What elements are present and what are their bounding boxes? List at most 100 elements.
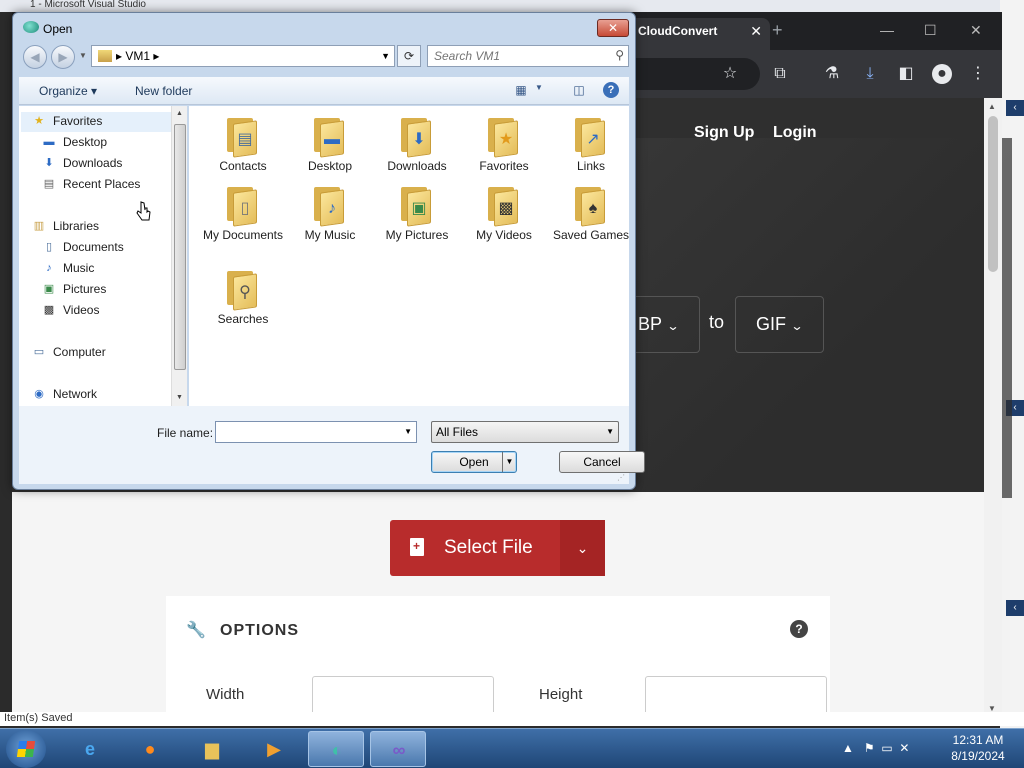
folder-my-videos[interactable]: ▩ My Videos <box>460 185 548 243</box>
folder-downloads[interactable]: ⬇ Downloads <box>373 116 461 174</box>
scroll-thumb[interactable] <box>988 116 998 272</box>
file-explorer-taskbar[interactable]: ▆ <box>184 731 240 767</box>
collapse-icon[interactable]: ‹ <box>1006 100 1024 116</box>
breadcrumb-vm1[interactable]: VM1 <box>125 49 150 63</box>
show-hidden-icons-icon[interactable]: ▲ <box>842 741 854 755</box>
games-icon: ♠ <box>571 185 611 227</box>
command-bar: Organize ▾ New folder ▦ ▼ ◫ ? <box>19 77 629 105</box>
cancel-button[interactable]: Cancel <box>559 451 645 473</box>
scroll-thumb[interactable] <box>174 124 186 370</box>
signup-link[interactable]: Sign Up <box>694 124 754 142</box>
network-icon: ◉ <box>34 388 44 400</box>
output-format-select[interactable]: GIF ⌄ <box>735 296 824 353</box>
address-bar[interactable] <box>628 58 760 90</box>
view-options-dropdown-icon[interactable]: ▼ <box>531 83 547 97</box>
folder-searches[interactable]: ⚲ Searches <box>199 269 287 327</box>
side-panel-icon[interactable]: ◧ <box>896 64 916 84</box>
login-link[interactable]: Login <box>773 124 817 142</box>
page-scrollbar[interactable]: ▲ ▼ <box>984 98 1002 718</box>
open-options-dropdown-icon[interactable]: ▼ <box>502 452 516 472</box>
nav-libraries[interactable]: ▥ Libraries <box>34 219 99 233</box>
search-icon[interactable]: ⚲ <box>615 48 624 62</box>
nav-music[interactable]: ♪ Music <box>46 261 94 275</box>
input-format-select[interactable]: BP ⌄ <box>630 296 700 353</box>
tab-cloudconvert[interactable]: CloudConvert ✕ <box>624 18 770 50</box>
extensions-icon[interactable]: ⧉ <box>770 64 790 84</box>
file-type-select[interactable]: All Files ▼ <box>431 421 619 443</box>
downloads-icon: ⬇ <box>397 116 437 158</box>
bookmark-star-icon[interactable]: ☆ <box>720 64 740 84</box>
volume-muted-icon[interactable]: ✕ <box>899 741 909 755</box>
folder-my-music[interactable]: ♪ My Music <box>286 185 374 243</box>
download-icon[interactable]: ⤓ <box>860 64 880 84</box>
clock[interactable]: 12:31 AM 8/19/2024 <box>936 732 1020 764</box>
media-player-taskbar[interactable]: ▶ <box>246 731 302 767</box>
file-label: My Documents <box>202 228 284 242</box>
start-button[interactable] <box>6 730 46 768</box>
collapse-icon[interactable]: ‹ <box>1006 600 1024 616</box>
minimize-icon[interactable]: — <box>880 22 894 38</box>
nav-documents[interactable]: ▯ Documents <box>46 240 124 254</box>
nav-computer[interactable]: ▭ Computer <box>34 345 106 359</box>
menu-kebab-icon[interactable]: ⋮ <box>968 64 988 84</box>
recent-locations-dropdown-icon[interactable]: ▼ <box>79 51 87 60</box>
active-app-taskbar[interactable]: ◐ <box>308 731 364 767</box>
app-icon: ◐ <box>331 740 343 760</box>
search-box[interactable]: ⚲ <box>427 45 629 67</box>
scroll-up-icon[interactable]: ▲ <box>988 102 996 111</box>
nav-pictures[interactable]: ▣ Pictures <box>44 282 107 296</box>
open-button[interactable]: Open ▼ <box>431 451 517 473</box>
new-folder-button[interactable]: New folder <box>135 84 192 98</box>
scroll-up-icon[interactable]: ▲ <box>176 110 183 117</box>
chevron-down-icon[interactable]: ▼ <box>606 422 614 442</box>
nav-videos[interactable]: ▩ Videos <box>44 303 100 317</box>
labs-flask-icon[interactable]: ⚗ <box>822 64 842 84</box>
back-arrow-icon[interactable]: ◀ <box>23 45 47 69</box>
network-icon[interactable]: ▭ <box>881 741 892 755</box>
dialog-titlebar[interactable]: Open ✕ <box>13 13 635 41</box>
firefox-taskbar[interactable]: ● <box>122 731 178 767</box>
visual-studio-taskbar[interactable]: ∞ <box>370 731 426 767</box>
file-name-combo[interactable]: ▼ <box>215 421 417 443</box>
help-icon[interactable]: ? <box>790 620 808 638</box>
nav-desktop[interactable]: ▬ Desktop <box>44 135 108 149</box>
scroll-down-icon[interactable]: ▼ <box>176 394 183 401</box>
folder-contacts[interactable]: ▤ Contacts <box>199 116 287 174</box>
select-file-dropdown-icon[interactable]: ⌄ <box>560 520 605 576</box>
folder-my-documents[interactable]: ▯ My Documents <box>199 185 287 243</box>
new-tab-icon[interactable]: + <box>772 20 783 41</box>
internet-explorer-taskbar[interactable]: e <box>62 731 118 767</box>
file-name-dropdown-icon[interactable]: ▼ <box>404 427 412 436</box>
navigation-scrollbar[interactable]: ▲ ▼ <box>171 106 187 406</box>
forward-arrow-icon[interactable]: ▶ <box>51 45 75 69</box>
tab-close-icon[interactable]: ✕ <box>750 18 762 44</box>
change-view-icon[interactable]: ▦ <box>513 83 529 97</box>
resize-grip-icon[interactable]: ⋰ <box>617 473 625 482</box>
file-name-input[interactable] <box>216 422 398 442</box>
search-input[interactable] <box>428 46 606 66</box>
address-dropdown-icon[interactable]: ▼ <box>381 46 390 66</box>
status-text: Item(s) Saved <box>4 712 73 724</box>
folder-saved-games[interactable]: ♠ Saved Games <box>547 185 635 243</box>
nav-recent-places[interactable]: ▤ Recent Places <box>44 177 141 191</box>
preview-pane-icon[interactable]: ◫ <box>571 83 587 97</box>
nav-downloads[interactable]: ⬇ Downloads <box>44 156 122 170</box>
folder-desktop[interactable]: ▬ Desktop <box>286 116 374 174</box>
nav-network[interactable]: ◉ Network <box>34 387 97 401</box>
profile-avatar-icon[interactable]: ● <box>932 64 952 84</box>
folder-favorites[interactable]: ★ Favorites <box>460 116 548 174</box>
maximize-icon[interactable]: ☐ <box>924 22 937 39</box>
help-icon[interactable]: ? <box>603 82 619 98</box>
dialog-close-icon[interactable]: ✕ <box>597 19 629 37</box>
folder-links[interactable]: ↗ Links <box>547 116 635 174</box>
action-center-flag-icon[interactable]: ⚑ <box>864 741 875 755</box>
window-close-icon[interactable]: ✕ <box>970 22 982 39</box>
select-file-button[interactable]: Select File ⌄ <box>390 520 605 576</box>
nav-favorites[interactable]: ★ Favorites <box>34 114 102 128</box>
address-breadcrumb[interactable]: ▸ VM1 ▸ ▼ <box>91 45 395 67</box>
refresh-icon[interactable]: ⟳ <box>397 45 421 67</box>
address-row: ◀ ▶ ▼ ▸ VM1 ▸ ▼ ⟳ ⚲ <box>13 45 635 75</box>
select-file-main[interactable]: Select File <box>390 520 560 576</box>
folder-my-pictures[interactable]: ▣ My Pictures <box>373 185 461 243</box>
organize-menu[interactable]: Organize ▾ <box>39 84 97 98</box>
